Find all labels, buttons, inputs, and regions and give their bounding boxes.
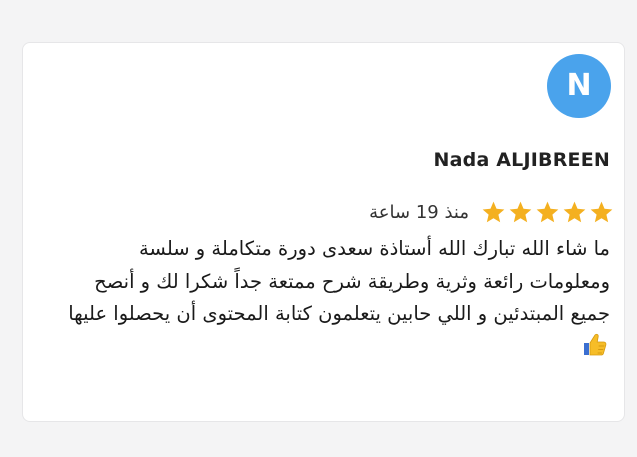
- star-icon: [481, 200, 506, 225]
- review-text: ما شاء الله تبارك الله أستاذة سعدى دورة …: [57, 233, 610, 367]
- reviewer-name: Nada ALJIBREEN: [433, 149, 610, 171]
- thumbs-up-icon: [582, 333, 608, 368]
- star-icon: [535, 200, 560, 225]
- review-time: منذ 19 ساعة: [369, 201, 469, 223]
- review-card: N Nada ALJIBREEN منذ 19 ساعة ما شاء الله…: [22, 42, 625, 422]
- star-icon: [589, 200, 614, 225]
- avatar: N: [547, 54, 611, 118]
- star-rating: [481, 200, 614, 225]
- review-meta: منذ 19 ساعة: [369, 197, 614, 227]
- star-icon: [508, 200, 533, 225]
- review-text-content: ما شاء الله تبارك الله أستاذة سعدى دورة …: [68, 237, 610, 325]
- star-icon: [562, 200, 587, 225]
